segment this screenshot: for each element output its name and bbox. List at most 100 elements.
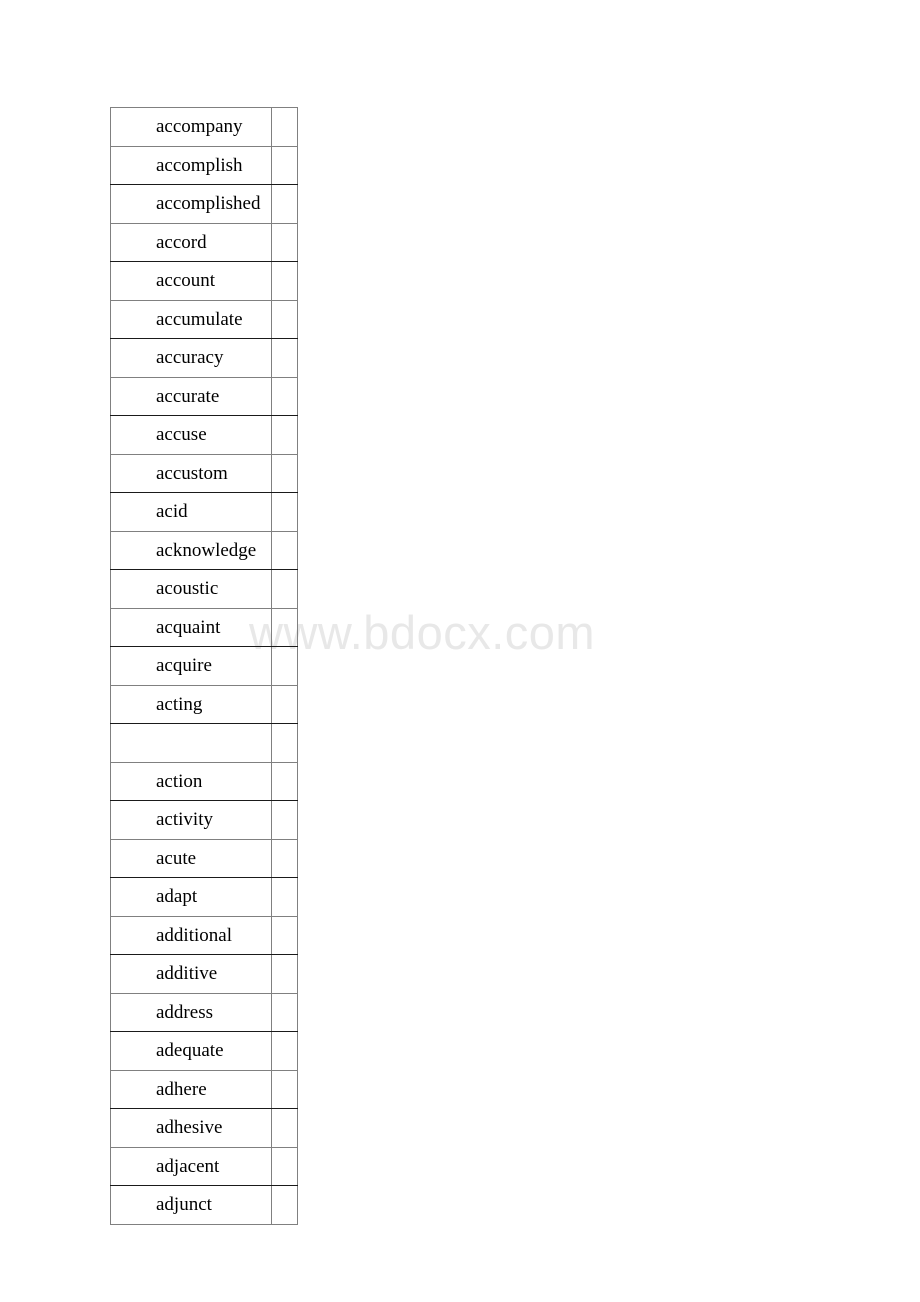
table-row: adjunct — [110, 1185, 298, 1225]
answer-value — [272, 917, 297, 954]
answer-cell[interactable] — [271, 145, 298, 185]
table-row: adequate — [110, 1031, 298, 1071]
table-row: accomplished — [110, 184, 298, 224]
word-cell: accustom — [110, 453, 272, 493]
word-cell: activity — [110, 800, 272, 840]
word-cell: acute — [110, 838, 272, 878]
answer-value — [272, 416, 297, 453]
answer-cell[interactable] — [271, 800, 298, 840]
document-page: www.bdocx.com accompany accomplish accompl… — [0, 0, 920, 1302]
answer-cell[interactable] — [271, 1069, 298, 1109]
word-label: accuse — [156, 424, 207, 446]
word-cell: accomplished — [110, 184, 272, 224]
word-label: acid — [156, 501, 188, 523]
table-row: adhesive — [110, 1108, 298, 1148]
table-row: account — [110, 261, 298, 301]
word-cell: accompany — [110, 107, 272, 147]
answer-value — [272, 262, 297, 299]
answer-cell[interactable] — [271, 1108, 298, 1148]
answer-cell[interactable] — [271, 107, 298, 147]
word-cell: acid — [110, 492, 272, 532]
table-row: accurate — [110, 376, 298, 416]
word-label: adjunct — [156, 1194, 212, 1216]
answer-value — [272, 1071, 297, 1108]
word-label: acquire — [156, 655, 212, 677]
answer-cell[interactable] — [271, 184, 298, 224]
table-row: acting — [110, 684, 298, 724]
answer-cell[interactable] — [271, 877, 298, 917]
answer-value — [272, 686, 297, 723]
answer-cell[interactable] — [271, 838, 298, 878]
answer-value — [272, 994, 297, 1031]
word-cell: accuracy — [110, 338, 272, 378]
table-row: activity — [110, 800, 298, 840]
word-label: action — [156, 770, 203, 792]
word-label: accomplish — [156, 154, 243, 176]
answer-cell[interactable] — [271, 684, 298, 724]
word-label: acquaint — [156, 616, 221, 638]
word-cell — [110, 723, 272, 763]
word-cell: acting — [110, 684, 272, 724]
answer-cell[interactable] — [271, 569, 298, 609]
word-label: acute — [156, 847, 197, 869]
word-label: adjacent — [156, 1155, 220, 1177]
word-cell: adjacent — [110, 1146, 272, 1186]
word-label: adapt — [156, 886, 198, 908]
answer-value — [272, 1148, 297, 1185]
answer-value — [272, 570, 297, 607]
word-label: adhere — [156, 1078, 207, 1100]
answer-cell[interactable] — [271, 261, 298, 301]
answer-cell[interactable] — [271, 222, 298, 262]
word-cell: adapt — [110, 877, 272, 917]
answer-cell[interactable] — [271, 915, 298, 955]
table-row: acid — [110, 492, 298, 532]
answer-value — [272, 301, 297, 338]
word-label: acknowledge — [156, 539, 257, 561]
answer-cell[interactable] — [271, 376, 298, 416]
table-row: accompany — [110, 107, 298, 147]
table-row: accord — [110, 222, 298, 262]
answer-cell[interactable] — [271, 954, 298, 994]
word-cell: account — [110, 261, 272, 301]
answer-cell[interactable] — [271, 723, 298, 763]
table-row: acquire — [110, 646, 298, 686]
table-row: additional — [110, 915, 298, 955]
answer-cell[interactable] — [271, 338, 298, 378]
answer-value — [272, 840, 297, 877]
table-row: action — [110, 761, 298, 801]
word-label: accomplished — [156, 193, 261, 215]
answer-cell[interactable] — [271, 761, 298, 801]
word-cell: accuse — [110, 415, 272, 455]
table-row — [110, 723, 298, 763]
answer-value — [272, 224, 297, 261]
watermark-text: www.bdocx.com — [249, 606, 596, 659]
word-cell: adequate — [110, 1031, 272, 1071]
answer-value — [272, 763, 297, 800]
answer-cell[interactable] — [271, 299, 298, 339]
answer-cell[interactable] — [271, 992, 298, 1032]
answer-cell[interactable] — [271, 1146, 298, 1186]
word-label: account — [156, 270, 216, 292]
answer-value — [272, 955, 297, 992]
answer-value — [272, 1109, 297, 1146]
table-row: acquaint — [110, 607, 298, 647]
table-row: acoustic — [110, 569, 298, 609]
word-label: accustom — [156, 462, 228, 484]
answer-cell[interactable] — [271, 1031, 298, 1071]
answer-cell[interactable] — [271, 453, 298, 493]
answer-cell[interactable] — [271, 646, 298, 686]
word-cell: additive — [110, 954, 272, 994]
word-cell: accumulate — [110, 299, 272, 339]
answer-cell[interactable] — [271, 1185, 298, 1225]
answer-value — [272, 108, 297, 145]
answer-cell[interactable] — [271, 415, 298, 455]
answer-cell[interactable] — [271, 492, 298, 532]
answer-cell[interactable] — [271, 530, 298, 570]
word-cell: additional — [110, 915, 272, 955]
table-row: additive — [110, 954, 298, 994]
table-row: accuracy — [110, 338, 298, 378]
answer-cell[interactable] — [271, 607, 298, 647]
word-cell: adhesive — [110, 1108, 272, 1148]
answer-value — [272, 493, 297, 530]
word-cell: acoustic — [110, 569, 272, 609]
